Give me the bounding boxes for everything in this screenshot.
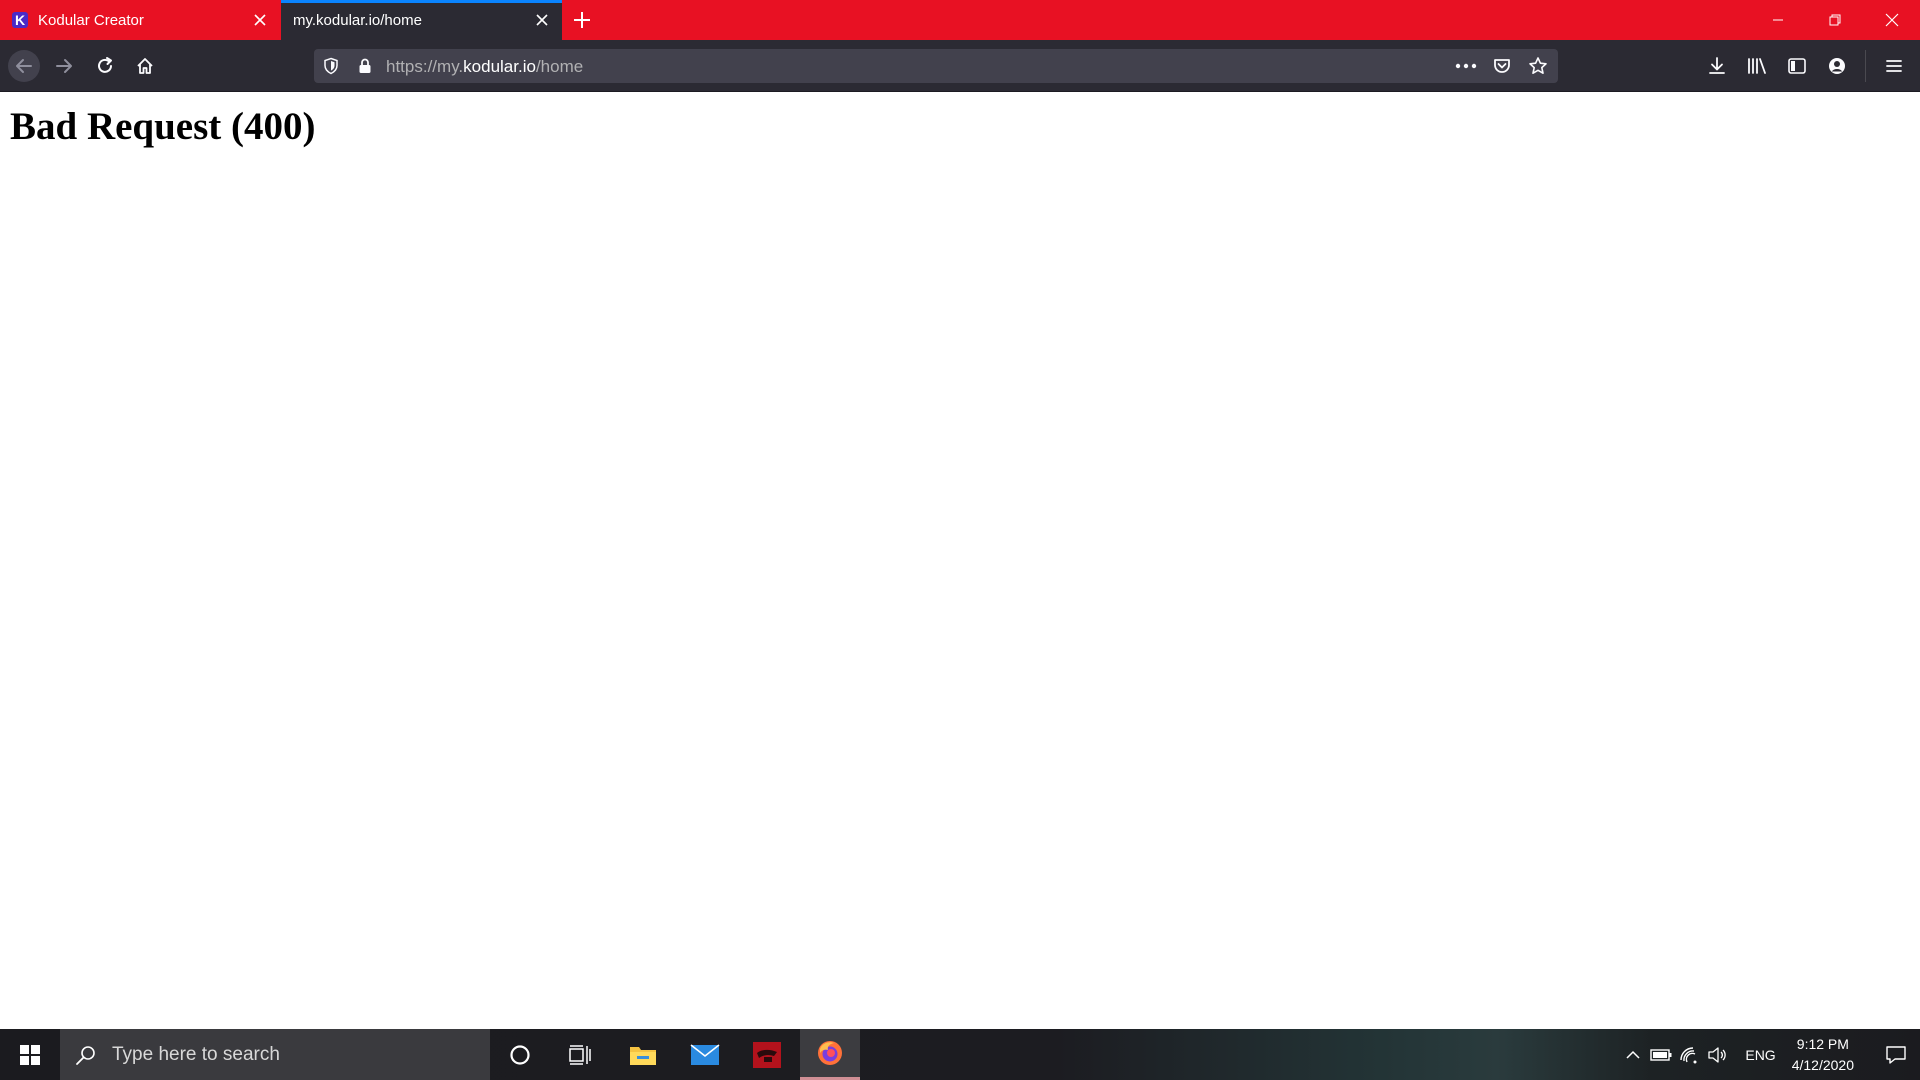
arrow-left-icon xyxy=(16,59,32,73)
url-subdomain: my. xyxy=(437,57,464,76)
tab-label: my.kodular.io/home xyxy=(293,11,422,29)
page-content: Bad Request (400) xyxy=(0,92,1920,1029)
tab-label: Kodular Creator xyxy=(38,11,144,29)
url-actions xyxy=(1454,54,1550,78)
home-icon xyxy=(137,58,153,74)
task-view-icon xyxy=(569,1044,591,1065)
task-view-button[interactable] xyxy=(550,1029,610,1080)
speaker-icon xyxy=(1708,1046,1727,1063)
hamburger-menu-icon xyxy=(1886,60,1902,72)
star-icon xyxy=(1529,57,1547,74)
taskbar-search-box[interactable]: Type here to search xyxy=(60,1029,490,1080)
restore-icon xyxy=(1829,14,1840,26)
volume-button[interactable] xyxy=(1703,1029,1731,1080)
reload-icon xyxy=(98,57,112,73)
notification-icon xyxy=(1886,1045,1906,1064)
reload-button[interactable] xyxy=(89,50,121,82)
show-hidden-icons-button[interactable] xyxy=(1619,1029,1647,1080)
library-icon xyxy=(1748,58,1766,74)
back-button[interactable] xyxy=(8,50,40,82)
minimize-icon xyxy=(1772,19,1783,21)
page-actions-button[interactable] xyxy=(1454,54,1478,78)
url-host: kodular.io xyxy=(463,57,536,76)
minimize-button[interactable] xyxy=(1749,0,1806,40)
more-dots-icon xyxy=(1455,63,1477,69)
app-menu-button[interactable] xyxy=(1878,50,1910,82)
account-icon xyxy=(1829,58,1845,74)
download-icon xyxy=(1709,57,1725,74)
close-tab-icon[interactable] xyxy=(252,12,268,28)
page-heading: Bad Request (400) xyxy=(10,105,316,148)
forward-button[interactable] xyxy=(48,50,80,82)
chevron-up-icon xyxy=(1626,1050,1640,1059)
system-tray: ENG 9:12 PM 4/12/2020 xyxy=(1619,1029,1920,1080)
account-button[interactable] xyxy=(1821,50,1853,82)
cortana-button[interactable] xyxy=(490,1029,550,1080)
pocket-icon xyxy=(1494,59,1510,73)
battery-icon xyxy=(1650,1048,1672,1061)
toolbar-separator xyxy=(1865,50,1866,82)
windows-taskbar: Type here to search ENG 9:12 PM 4/12/202… xyxy=(0,1029,1920,1080)
sidebar-icon xyxy=(1788,58,1806,74)
input-language-indicator[interactable]: ENG xyxy=(1745,1047,1775,1063)
pocket-button[interactable] xyxy=(1490,54,1514,78)
navigation-toolbar: https://my.kodular.io/home xyxy=(0,40,1920,92)
close-icon xyxy=(1885,13,1898,27)
url-scheme: https:// xyxy=(386,57,438,76)
tab-strip: K Kodular Creator my.kodular.io/home xyxy=(0,0,1920,40)
search-placeholder: Type here to search xyxy=(112,1043,280,1065)
url-text[interactable]: https://my.kodular.io/home xyxy=(386,57,583,77)
new-tab-plus-icon[interactable] xyxy=(570,8,594,32)
search-icon xyxy=(76,1045,95,1065)
tab-my-kodular-home[interactable]: my.kodular.io/home xyxy=(281,0,562,40)
red-app-icon xyxy=(753,1041,781,1068)
arrow-right-icon xyxy=(56,59,72,73)
file-explorer-icon xyxy=(630,1046,656,1065)
downloads-button[interactable] xyxy=(1701,50,1733,82)
wifi-icon xyxy=(1680,1046,1697,1063)
mail-icon xyxy=(690,1043,720,1065)
kodular-favicon-icon: K xyxy=(12,12,28,28)
clock-date: 4/12/2020 xyxy=(1791,1056,1854,1073)
toolbar-right-buttons xyxy=(1701,50,1910,82)
cortana-icon xyxy=(510,1044,530,1065)
battery-button[interactable] xyxy=(1647,1029,1675,1080)
lock-icon[interactable] xyxy=(356,57,374,75)
clock[interactable]: 9:12 PM 4/12/2020 xyxy=(1792,1034,1854,1076)
close-window-button[interactable] xyxy=(1863,0,1920,40)
address-bar[interactable]: https://my.kodular.io/home xyxy=(314,49,1558,83)
network-button[interactable] xyxy=(1675,1029,1703,1080)
red-app-button[interactable] xyxy=(737,1029,797,1080)
restore-button[interactable] xyxy=(1806,0,1863,40)
home-button[interactable] xyxy=(129,50,161,82)
start-button[interactable] xyxy=(0,1029,60,1080)
file-explorer-button[interactable] xyxy=(613,1029,673,1080)
firefox-button[interactable] xyxy=(800,1029,860,1080)
firefox-icon xyxy=(818,1041,842,1065)
sidebar-button[interactable] xyxy=(1781,50,1813,82)
library-button[interactable] xyxy=(1741,50,1773,82)
mail-button[interactable] xyxy=(675,1029,735,1080)
tracking-protection-shield-icon[interactable] xyxy=(322,57,340,75)
windows-logo-icon xyxy=(20,1044,40,1065)
bookmark-star-button[interactable] xyxy=(1526,54,1550,78)
clock-time: 9:12 PM xyxy=(1796,1035,1849,1052)
window-controls xyxy=(1749,0,1920,40)
action-center-button[interactable] xyxy=(1872,1029,1920,1080)
close-tab-icon[interactable] xyxy=(534,12,550,28)
tab-kodular-creator[interactable]: K Kodular Creator xyxy=(0,0,280,40)
url-path: /home xyxy=(535,57,584,76)
